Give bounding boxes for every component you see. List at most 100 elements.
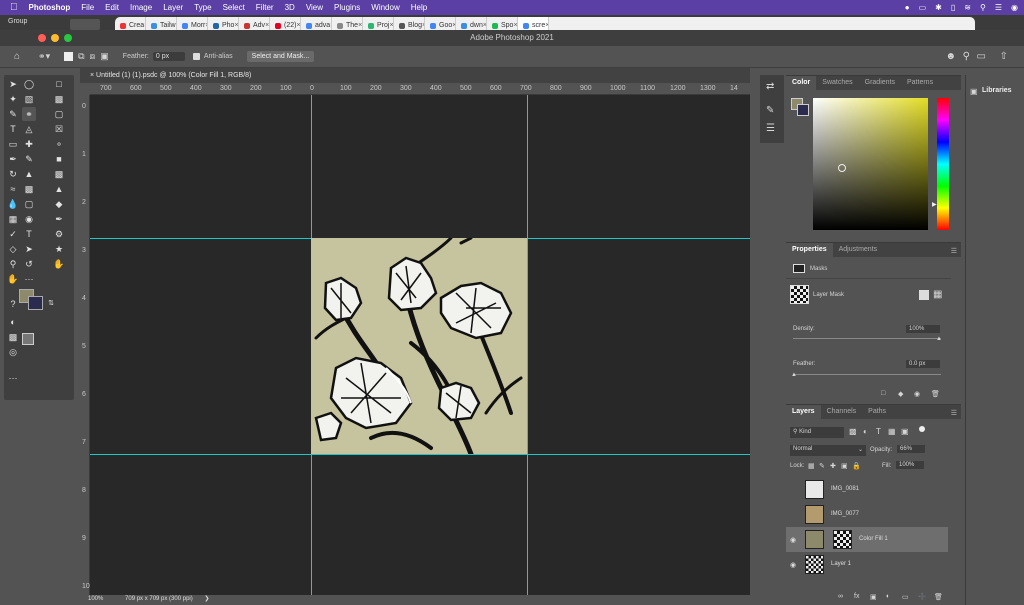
workspace-icon[interactable]: ▭ <box>977 51 986 62</box>
brush-settings-icon[interactable]: ✎ <box>766 105 774 116</box>
swap-colors-icon[interactable]: ⇅ <box>44 297 58 311</box>
layer-row[interactable]: ◉ Layer 1 <box>786 552 948 577</box>
dots-icon[interactable]: ⋯ <box>22 272 36 286</box>
zoom-tool-icon[interactable]: ⚲ <box>6 257 20 271</box>
lasso-tool-preset-icon[interactable]: ⚭▾ <box>38 51 50 62</box>
adjustment-layer-icon[interactable]: ◐ <box>886 593 890 600</box>
eraser-tool-icon[interactable]: ▩ <box>22 182 36 196</box>
warp-tool-icon[interactable]: ≈ <box>6 182 20 196</box>
hand-icon[interactable]: ✋ <box>52 257 66 271</box>
home-icon[interactable]: ⌂ <box>14 51 20 62</box>
group-icon[interactable]: ▭ <box>902 593 909 601</box>
filter-smart-icon[interactable]: ▣ <box>901 427 909 436</box>
pen-icon[interactable]: ✒ <box>52 212 66 226</box>
apply-mask-icon[interactable]: ◆ <box>898 390 903 398</box>
tab-patterns[interactable]: Patterns <box>901 76 939 90</box>
close-icon[interactable]: × <box>265 22 269 29</box>
history-brush-icon[interactable]: ↻ <box>6 167 20 181</box>
help-icon[interactable]: ? <box>6 297 20 311</box>
layer-mask-thumbnail[interactable] <box>833 530 852 549</box>
lock-all-icon[interactable]: 🔒 <box>852 462 861 470</box>
sponge-icon[interactable]: ◆ <box>52 197 66 211</box>
density-slider-handle[interactable]: ▲ <box>936 336 942 342</box>
hand-tool-icon[interactable]: ✋ <box>6 272 20 286</box>
layer-name[interactable]: Layer 1 <box>831 561 851 567</box>
artwork-canvas[interactable] <box>311 238 527 454</box>
menu-filter[interactable]: Filter <box>256 3 274 12</box>
slice-tool-icon[interactable]: ▢ <box>52 107 66 121</box>
search-icon[interactable]: ⚲ <box>963 51 970 62</box>
lock-transparent-icon[interactable]: ▦ <box>808 462 815 470</box>
zoom-window-button[interactable] <box>64 34 72 42</box>
guide-vertical[interactable] <box>527 95 528 595</box>
adjustments-panel-icon[interactable]: ☰ <box>766 123 775 134</box>
marquee-tool-icon[interactable]: □ <box>52 77 66 91</box>
feather-slider-handle[interactable]: ▲ <box>791 372 797 378</box>
new-layer-icon[interactable]: ➕ <box>918 593 927 601</box>
menu-plugins[interactable]: Plugins <box>334 3 360 12</box>
status-arrow-icon[interactable]: ❯ <box>204 596 209 602</box>
eraser-icon[interactable]: ▩ <box>52 167 66 181</box>
menu-select[interactable]: Select <box>223 3 245 12</box>
search-icon[interactable]: ⚲ <box>980 3 986 12</box>
stamp-icon[interactable]: ■ <box>52 152 66 166</box>
filter-toggle-icon[interactable] <box>919 426 925 432</box>
add-selection-icon[interactable]: ⧉ <box>78 51 84 62</box>
share-icon[interactable]: ⇧ <box>1000 51 1008 62</box>
control-center-icon[interactable]: ☰ <box>995 3 1002 12</box>
feather-input[interactable]: 0.0 px <box>906 360 940 368</box>
artboard-tool-icon[interactable]: ◯ <box>22 77 36 91</box>
sidebar-toggle-icon[interactable] <box>70 19 100 30</box>
canvas-pasteboard[interactable] <box>90 95 750 595</box>
custom-shape-icon[interactable]: ★ <box>52 242 66 256</box>
menu-layer[interactable]: Layer <box>163 3 183 12</box>
brush-tool-icon[interactable]: ✎ <box>6 107 20 121</box>
feather-slider[interactable] <box>793 374 941 375</box>
layers-menu-icon[interactable]: ☰ <box>951 409 957 417</box>
gradient-tool-icon[interactable]: ▢ <box>22 197 36 211</box>
subtract-selection-icon[interactable]: ⧈ <box>90 51 96 62</box>
select-and-mask-button[interactable]: Select and Mask... <box>246 51 315 62</box>
battery-icon[interactable]: ▯ <box>951 3 955 12</box>
dodge-tool-icon[interactable]: ◉ <box>22 212 36 226</box>
feather-input[interactable]: 0 px <box>152 52 185 61</box>
color-field[interactable] <box>813 98 928 230</box>
type-tool-icon[interactable]: T <box>6 122 20 136</box>
move-tool-icon[interactable]: ➤ <box>6 77 20 91</box>
density-slider[interactable] <box>793 338 941 339</box>
menu-file[interactable]: File <box>81 3 94 12</box>
rectangle-tool-icon[interactable]: ▭ <box>6 137 20 151</box>
menu-view[interactable]: View <box>306 3 323 12</box>
hue-slider[interactable] <box>937 98 949 230</box>
lock-artboard-icon[interactable]: ▣ <box>841 462 848 470</box>
tab-paths[interactable]: Paths <box>862 405 892 419</box>
quick-mask-icon[interactable]: ◐ <box>6 315 20 329</box>
apple-icon[interactable]:  <box>10 2 18 13</box>
eyedropper-tool-icon[interactable]: ✒ <box>6 152 20 166</box>
background-color-swatch[interactable] <box>28 296 43 310</box>
pen-tool-icon[interactable]: ✓ <box>6 227 20 241</box>
edit-toolbar-icon[interactable]: ◎ <box>6 345 20 359</box>
tab-layers[interactable]: Layers <box>786 405 821 419</box>
mask-visibility-icon[interactable]: ◉ <box>914 390 920 398</box>
new-selection-icon[interactable] <box>64 52 74 61</box>
layer-row[interactable]: IMG_0077 <box>786 502 948 527</box>
close-icon[interactable]: × <box>234 22 238 29</box>
lock-pixels-icon[interactable]: ✎ <box>819 462 825 470</box>
delete-mask-icon[interactable]: 🗑 <box>931 390 940 398</box>
zoom-level[interactable]: 100% <box>88 596 103 602</box>
tab-gradients[interactable]: Gradients <box>859 76 901 90</box>
layer-row[interactable]: IMG_0081 <box>786 477 948 502</box>
menu-edit[interactable]: Edit <box>105 3 119 12</box>
path-selection-icon[interactable]: ➤ <box>22 242 36 256</box>
eye-icon[interactable]: ◉ <box>790 536 796 544</box>
fx-icon[interactable]: fx <box>854 593 859 600</box>
layer-name[interactable]: Color Fill 1 <box>859 536 888 542</box>
tab-color[interactable]: Color <box>786 76 817 90</box>
quick-mask-mode-icon[interactable] <box>22 333 34 345</box>
more-tools-icon[interactable]: ⋯ <box>6 371 20 385</box>
close-icon[interactable]: × <box>358 22 362 29</box>
filter-shape-icon[interactable]: ▦ <box>888 427 896 436</box>
close-icon[interactable]: × <box>296 22 300 29</box>
layer-name[interactable]: IMG_0081 <box>831 486 859 492</box>
